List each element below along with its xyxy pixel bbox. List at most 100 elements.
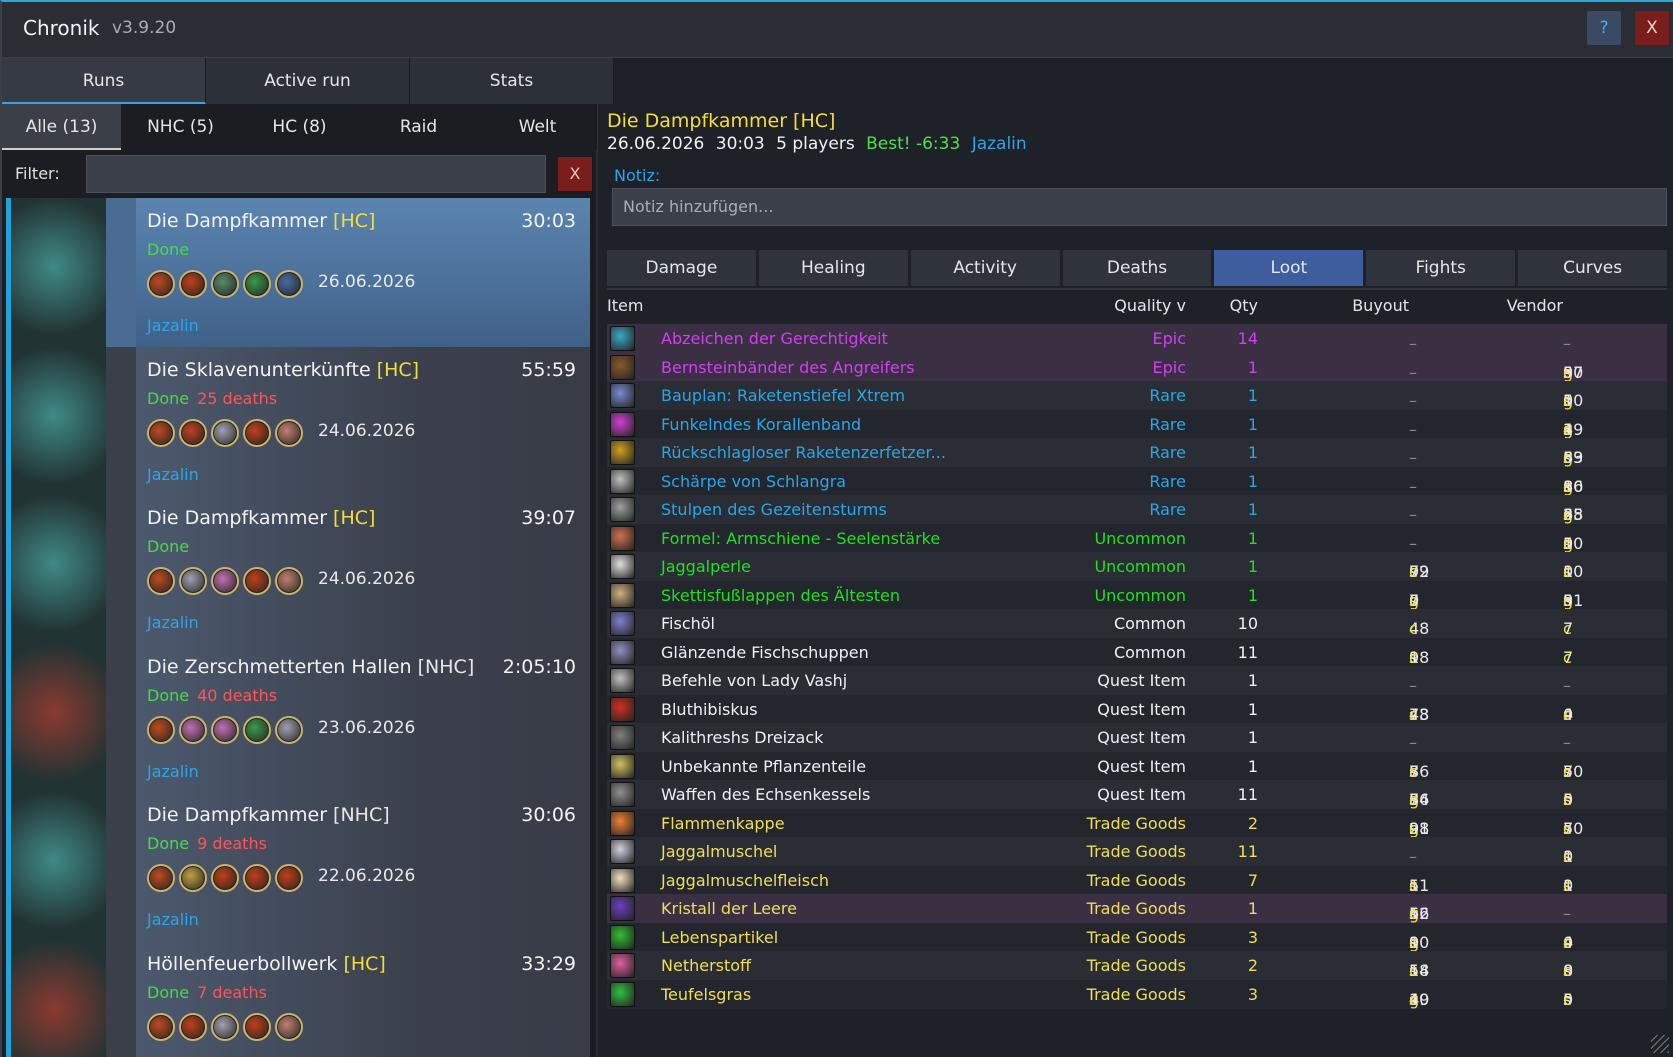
run-item[interactable]: Höllenfeuerbollwerk [HC] 33:29 Done 7 death… <box>6 940 590 1057</box>
table-row[interactable]: Befehle von Lady Vashj Quest Item 1– – <box>607 666 1667 695</box>
item-name[interactable]: Flammenkappe <box>661 814 785 833</box>
item-name[interactable]: Abzeichen der Gerechtigkeit <box>661 329 888 348</box>
table-row[interactable]: Funkelndes Korallenband Rare 1–4 g 19 s 3c <box>607 409 1667 439</box>
tab-loot[interactable]: Loot <box>1214 250 1364 286</box>
class-icon <box>275 715 303 744</box>
item-qty: 1 <box>1247 671 1258 690</box>
tab-stats[interactable]: Stats <box>410 58 614 104</box>
subtab-welt[interactable]: Welt <box>478 104 597 150</box>
item-name[interactable]: Rückschlagloser Raketenzerfetzer... <box>661 443 946 462</box>
item-name[interactable]: Fischöl <box>661 614 715 633</box>
table-row[interactable]: Jaggalperle Uncommon 1 72 s 99 c 10 s 0c <box>607 552 1667 581</box>
table-row[interactable]: Jaggalmuschelfleisch Trade Goods 7 1 s 51 c 1 s… <box>607 865 1667 895</box>
run-item[interactable]: Die Dampfkammer [HC] 30:03 Done 26.06.2026 J… <box>6 198 590 350</box>
table-row[interactable]: Jaggalmuschel Trade Goods 11–1 s 0c <box>607 837 1667 866</box>
run-dungeon: Die Dampfkammer <box>147 210 327 232</box>
item-name[interactable]: Jaggalmuschelfleisch <box>661 871 829 890</box>
table-row[interactable]: Bluthibiskus Quest Item 1 48 s 73 c 4 s 0c <box>607 694 1667 724</box>
run-time: 2:05:10 <box>502 655 576 678</box>
item-name[interactable]: Lebenspartikel <box>661 928 778 947</box>
run-item[interactable]: Die Zerschmetterten Hallen [NHC] 2:05:10 D… <box>6 643 590 796</box>
run-item[interactable]: Die Sklavenunterkünfte [HC] 55:59 Done 25 d… <box>6 346 590 499</box>
main-tabs: Runs Active run Stats <box>2 58 618 104</box>
table-row[interactable]: Teufelsgras Trade Goods 3 1 g 40 s 49 c 5 s 0c <box>607 979 1667 1009</box>
detail-tabs: Damage Healing Activity Deaths Loot Figh… <box>607 250 1668 286</box>
item-icon <box>610 696 635 722</box>
table-row[interactable]: Unbekannte Pflanzenteile Quest Item 1 8 s 76… <box>607 751 1667 781</box>
item-name[interactable]: Jaggalmuschel <box>661 842 777 861</box>
filter-clear-button[interactable]: X <box>558 157 592 191</box>
table-row[interactable]: Waffen des Echsenkessels Quest Item 11 3 g 7… <box>607 780 1667 809</box>
filter-input[interactable] <box>86 155 546 193</box>
table-row[interactable]: Lebenspartikel Trade Goods 3 1 g 0s 90 c 4 s 0c <box>607 922 1667 952</box>
table-row[interactable]: Formel: Armschiene - Seelenstärke Uncommo… <box>607 523 1667 553</box>
item-quality: Uncommon <box>1094 585 1186 605</box>
item-name[interactable]: Bauplan: Raketenstiefel Xtrem <box>661 386 905 405</box>
item-name[interactable]: Teufelsgras <box>661 985 751 1004</box>
tab-activity[interactable]: Activity <box>910 250 1060 286</box>
tab-deaths[interactable]: Deaths <box>1062 250 1212 286</box>
item-name[interactable]: Glänzende Fischschuppen <box>661 643 869 662</box>
table-row[interactable]: Rückschlagloser Raketenzerfetzer... Rare 1… <box>607 438 1667 467</box>
class-icon <box>147 1012 175 1041</box>
subtab-alle[interactable]: Alle (13) <box>2 104 121 150</box>
col-item[interactable]: Item <box>607 296 643 315</box>
item-qty: 11 <box>1237 842 1258 861</box>
subtab-raid[interactable]: Raid <box>359 104 478 150</box>
item-name[interactable]: Befehle von Lady Vashj <box>661 671 847 690</box>
close-button[interactable]: X <box>1635 11 1669 45</box>
col-quality[interactable]: Quality v <box>1114 296 1186 315</box>
table-row[interactable]: Bernsteinbänder des Angreifers Epic 1–3 g 9… <box>607 352 1667 382</box>
run-list[interactable]: Die Dampfkammer [HC] 30:03 Done 26.06.2026 J… <box>6 198 590 1057</box>
item-name[interactable]: Bluthibiskus <box>661 700 758 719</box>
tab-damage[interactable]: Damage <box>607 250 756 286</box>
death-count: 25 deaths <box>197 388 278 408</box>
tab-runs[interactable]: Runs <box>2 58 206 104</box>
subtab-hc[interactable]: HC (8) <box>240 104 359 150</box>
tab-curves[interactable]: Curves <box>1518 250 1668 286</box>
tab-active-run[interactable]: Active run <box>206 58 410 104</box>
table-row[interactable]: Stulpen des Gezeitensturms Rare 1–2 g 65 s 3… <box>607 495 1667 524</box>
tab-healing[interactable]: Healing <box>758 250 908 286</box>
item-name[interactable]: Funkelndes Korallenband <box>661 415 861 434</box>
item-name[interactable]: Kalithreshs Dreizack <box>661 728 823 747</box>
table-row[interactable]: Skettisfußlappen des Ältesten Uncommon 1 7 g… <box>607 580 1667 610</box>
table-row[interactable]: Glänzende Fischschuppen Common 11 1 s 98 c 7 c <box>607 637 1667 667</box>
death-count: 40 deaths <box>197 685 278 705</box>
item-name[interactable]: Skettisfußlappen des Ältesten <box>661 586 900 605</box>
help-button[interactable]: ? <box>1587 11 1621 45</box>
run-name: Die Zerschmetterten Hallen [NHC] <box>147 656 474 678</box>
item-name[interactable]: Stulpen des Gezeitensturms <box>661 500 887 519</box>
table-row[interactable]: Netherstoff Trade Goods 2 14 s 58 c 8 s 0c <box>607 951 1667 980</box>
item-name[interactable]: Schärpe von Schlangra <box>661 472 846 491</box>
col-buyout[interactable]: Buyout <box>1352 296 1409 315</box>
resize-grip-icon[interactable] <box>1651 1035 1669 1053</box>
party-icons <box>147 270 303 298</box>
table-row[interactable]: Fischöl Common 10 48 c 7 c <box>607 609 1667 638</box>
item-name[interactable]: Unbekannte Pflanzenteile <box>661 757 866 776</box>
item-name[interactable]: Jaggalperle <box>661 557 751 576</box>
col-qty[interactable]: Qty <box>1230 296 1258 315</box>
note-input[interactable]: Notiz hinzufügen... <box>612 188 1667 226</box>
item-name[interactable]: Bernsteinbänder des Angreifers <box>661 358 915 377</box>
subtab-nhc[interactable]: NHC (5) <box>121 104 240 150</box>
item-name[interactable]: Netherstoff <box>661 956 751 975</box>
item-name[interactable]: Kristall der Leere <box>661 899 797 918</box>
run-item[interactable]: Die Dampfkammer [HC] 39:07 Done 24.06.2026 J… <box>6 495 590 647</box>
col-vendor[interactable]: Vendor <box>1507 296 1563 315</box>
table-row[interactable]: Bauplan: Raketenstiefel Xtrem Rare 1–1 g 50… <box>607 381 1667 410</box>
table-row[interactable]: Kalithreshs Dreizack Quest Item 1– – <box>607 723 1667 752</box>
run-player: Jazalin <box>147 613 199 632</box>
table-row[interactable]: Flammenkappe Trade Goods 2 2 g 98 s 91 c 7 s 50 c <box>607 808 1667 838</box>
item-qty: 11 <box>1237 642 1258 662</box>
tab-fights[interactable]: Fights <box>1366 250 1516 286</box>
run-item[interactable]: Die Dampfkammer [NHC] 30:06 Done 9 deaths 22… <box>6 792 590 944</box>
table-row[interactable]: Kristall der Leere Trade Goods 1 5 g 16 s 62 c… <box>607 894 1667 923</box>
item-name[interactable]: Waffen des Echsenkessels <box>661 785 870 804</box>
table-row[interactable]: Schärpe von Schlangra Rare 1–1 g 80 s 86 c <box>607 466 1667 496</box>
item-icon <box>610 782 635 807</box>
item-name[interactable]: Formel: Armschiene - Seelenstärke <box>661 529 940 548</box>
item-quality: Common <box>1113 614 1186 633</box>
item-icon <box>610 867 635 893</box>
table-row[interactable]: Abzeichen der Gerechtigkeit Epic 14– – <box>607 324 1667 353</box>
